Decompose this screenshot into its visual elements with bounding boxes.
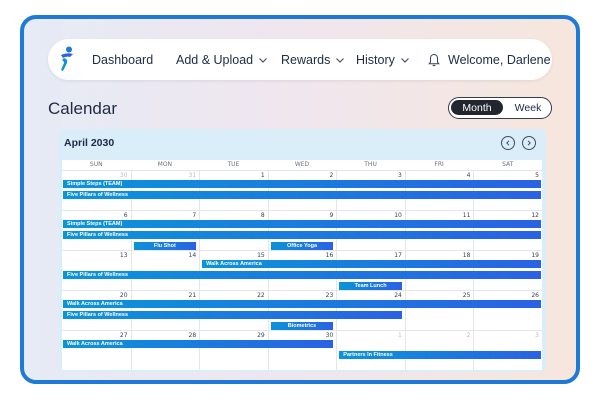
day-number[interactable]: 6 xyxy=(98,211,128,220)
day-number[interactable]: 8 xyxy=(235,211,265,220)
nav-dashboard[interactable]: Dashboard xyxy=(92,39,153,80)
calendar-event[interactable]: Five Pillars of Wellness xyxy=(63,311,402,319)
day-number[interactable]: 17 xyxy=(372,251,402,260)
calendar-event[interactable]: Five Pillars of Wellness xyxy=(63,271,541,279)
day-number[interactable]: 25 xyxy=(440,291,471,300)
calendar-event[interactable]: Biometrics xyxy=(270,322,334,330)
chevron-left-icon xyxy=(506,140,510,146)
calendar-event[interactable]: Walk Across America xyxy=(202,260,541,268)
day-number[interactable]: 31 xyxy=(166,171,197,180)
day-number[interactable]: 16 xyxy=(303,251,334,260)
day-number[interactable]: 22 xyxy=(235,291,265,300)
day-number[interactable]: 12 xyxy=(509,211,539,220)
day-number[interactable]: 1 xyxy=(235,171,265,180)
day-number[interactable]: 28 xyxy=(166,331,197,340)
day-number[interactable]: 11 xyxy=(440,211,471,220)
weekday-header: MON xyxy=(157,161,173,168)
day-number[interactable]: 13 xyxy=(98,251,128,260)
day-number[interactable]: 2 xyxy=(303,171,333,180)
day-number[interactable]: 14 xyxy=(166,251,197,260)
day-number[interactable]: 10 xyxy=(372,211,402,220)
calendar-event[interactable]: Simple Steps (TEAM) xyxy=(63,220,541,228)
top-navbar: Dashboard Add & Upload Rewards History W… xyxy=(48,39,552,80)
day-number[interactable]: 30 xyxy=(98,171,128,180)
nav-dashboard-label: Dashboard xyxy=(92,52,154,67)
day-number[interactable]: 19 xyxy=(509,251,539,260)
calendar-event[interactable]: Walk Across America xyxy=(63,300,541,308)
next-month-button[interactable] xyxy=(522,136,536,150)
nav-history[interactable]: History xyxy=(356,39,410,80)
day-number[interactable]: 15 xyxy=(235,251,265,260)
day-number[interactable]: 27 xyxy=(98,331,128,340)
weekday-header: TUE xyxy=(227,161,240,168)
day-number[interactable]: 3 xyxy=(372,171,402,180)
day-number[interactable]: 20 xyxy=(98,291,128,300)
day-number[interactable]: 3 xyxy=(509,331,539,340)
app-logo-icon[interactable] xyxy=(58,46,76,72)
nav-history-label: History xyxy=(356,52,395,67)
view-toggle-week[interactable]: Week xyxy=(507,100,549,115)
day-number[interactable]: 29 xyxy=(235,331,265,340)
weekday-header: WED xyxy=(294,161,310,168)
bell-icon[interactable] xyxy=(428,53,440,67)
day-number[interactable]: 4 xyxy=(440,171,471,180)
welcome-text: Welcome, Darlene xyxy=(448,52,551,67)
day-number[interactable]: 21 xyxy=(166,291,197,300)
weekday-header: SUN xyxy=(89,161,103,168)
weekday-header: SAT xyxy=(502,161,514,168)
nav-add-upload-label: Add & Upload xyxy=(176,52,254,67)
calendar-event[interactable]: Partners In Fitness xyxy=(339,351,541,359)
calendar-card: April 2030 SUN MON TUE WED THU FRI SAT 30 31 1 2 3 4… xyxy=(58,129,546,372)
day-number[interactable]: 26 xyxy=(509,291,539,300)
prev-month-button[interactable] xyxy=(501,136,515,150)
chevron-down-icon xyxy=(259,57,268,63)
day-number[interactable]: 18 xyxy=(440,251,471,260)
grid-divider xyxy=(336,170,338,370)
weekday-header: THU xyxy=(364,161,377,168)
page-title: Calendar xyxy=(48,99,117,118)
day-number[interactable]: 5 xyxy=(509,171,539,180)
nav-rewards-label: Rewards xyxy=(281,52,331,67)
view-toggle: Month Week xyxy=(448,97,552,119)
grid-divider xyxy=(404,170,406,370)
calendar-event[interactable]: Walk Across America xyxy=(63,340,334,348)
weekday-header: FRI xyxy=(434,161,444,168)
nav-add-upload[interactable]: Add & Upload xyxy=(176,39,268,80)
day-number[interactable]: 24 xyxy=(372,291,402,300)
calendar-grid: SUN MON TUE WED THU FRI SAT 30 31 1 2 3 4 5 Simple Ste… xyxy=(62,160,542,370)
calendar-event[interactable]: Simple Steps (TEAM) xyxy=(63,180,541,188)
view-toggle-month[interactable]: Month xyxy=(451,100,503,115)
calendar-event[interactable]: Office Yoga xyxy=(270,242,334,250)
chevron-down-icon xyxy=(400,57,409,63)
day-number[interactable]: 30 xyxy=(303,331,334,340)
day-number[interactable]: 2 xyxy=(440,331,471,340)
calendar-event[interactable]: Flu Shot xyxy=(133,242,197,250)
calendar-month-label: April 2030 xyxy=(64,137,115,149)
day-number[interactable]: 7 xyxy=(166,211,196,220)
nav-rewards[interactable]: Rewards xyxy=(281,39,345,80)
calendar-event[interactable]: Five Pillars of Wellness xyxy=(63,191,541,199)
user-menu[interactable]: Welcome, Darlene xyxy=(428,39,551,80)
day-number[interactable]: 23 xyxy=(303,291,334,300)
chevron-right-icon xyxy=(527,140,531,146)
app-frame: Dashboard Add & Upload Rewards History W… xyxy=(20,15,580,384)
calendar-event[interactable]: Five Pillars of Wellness xyxy=(63,231,541,239)
grid-divider xyxy=(473,170,475,370)
day-number[interactable]: 9 xyxy=(303,211,333,220)
day-number[interactable]: 1 xyxy=(372,331,402,340)
chevron-down-icon xyxy=(336,57,345,63)
calendar-event[interactable]: Team Lunch xyxy=(339,282,402,290)
